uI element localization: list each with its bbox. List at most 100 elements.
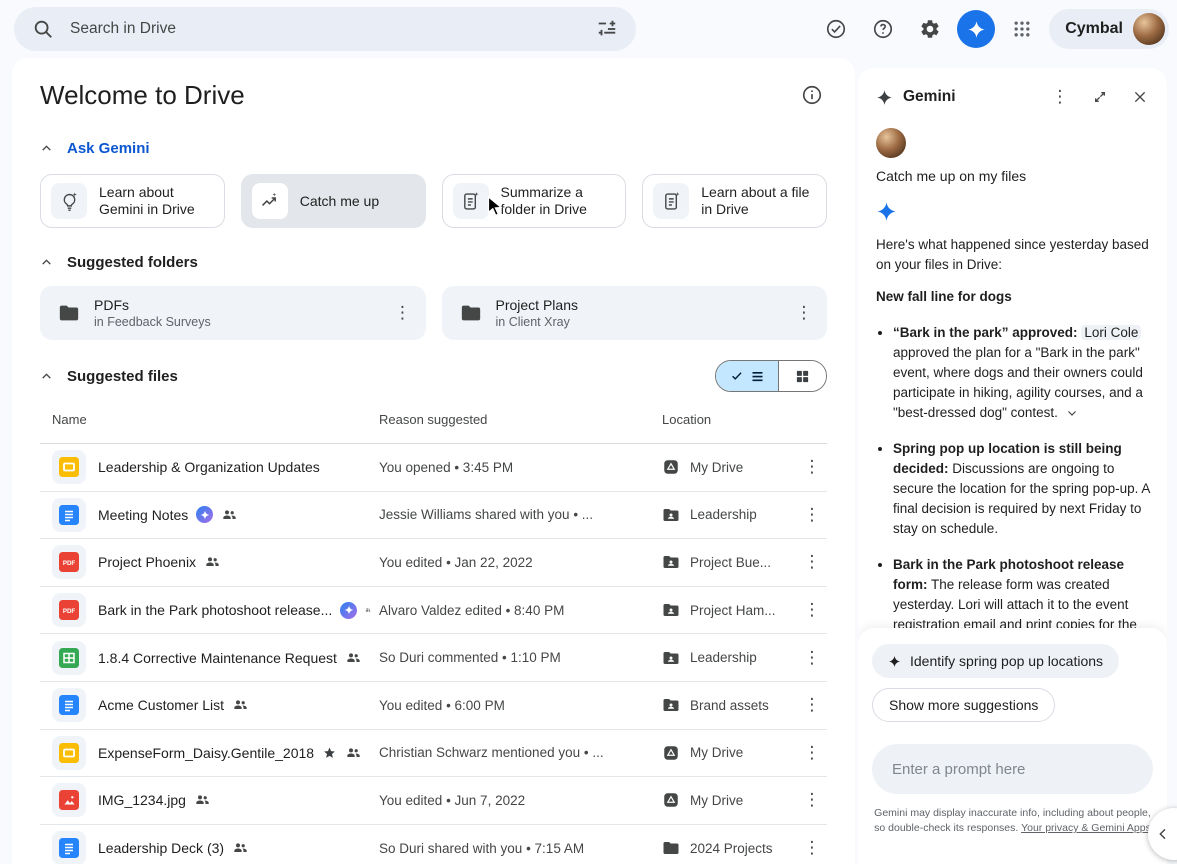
- ask-card-catch-me-up[interactable]: Catch me up: [241, 174, 426, 228]
- spark-icon: [888, 655, 901, 668]
- my-drive-icon: [662, 791, 680, 809]
- docs-file-icon: [52, 498, 86, 532]
- folder-card-pdfs[interactable]: PDFs in Feedback Surveys ⋮: [40, 286, 426, 340]
- file-name: ExpenseForm_Daisy.Gentile_2018: [98, 745, 314, 761]
- offline-status-icon[interactable]: [816, 9, 856, 49]
- docs-file-icon: [52, 688, 86, 722]
- file-location[interactable]: My Drive: [662, 791, 795, 809]
- docs-file-icon: [52, 831, 86, 864]
- shared-people-icon: [194, 792, 210, 808]
- file-name: 1.8.4 Corrective Maintenance Request: [98, 650, 337, 666]
- gemini-button[interactable]: [957, 10, 995, 48]
- table-row[interactable]: IMG_1234.jpg You edited • Jun 7, 2022 My…: [40, 777, 827, 825]
- suggested-folders-label: Suggested folders: [67, 254, 198, 271]
- close-panel-icon[interactable]: [1125, 82, 1155, 112]
- person-chip[interactable]: Lori Cole: [1081, 325, 1141, 340]
- column-header-name[interactable]: Name: [52, 412, 379, 427]
- search-options-icon[interactable]: [596, 18, 618, 40]
- svg-text:PDF: PDF: [63, 608, 76, 615]
- user-avatar[interactable]: [1133, 13, 1165, 45]
- file-name: Leadership & Organization Updates: [98, 459, 320, 475]
- more-options-icon[interactable]: ⋮: [787, 296, 821, 330]
- table-row[interactable]: Leadership Deck (3) So Duri shared with …: [40, 825, 827, 864]
- response-heading: New fall line for dogs: [876, 287, 1151, 307]
- more-options-icon[interactable]: ⋮: [795, 498, 829, 532]
- account-name: Cymbal: [1065, 20, 1123, 38]
- file-name: Leadership Deck (3): [98, 840, 224, 856]
- shared-folder-icon: [662, 601, 680, 619]
- lightbulb-spark-icon: [51, 183, 87, 219]
- file-location[interactable]: Project Bue...: [662, 553, 795, 571]
- gemini-prompt-input[interactable]: [872, 744, 1153, 794]
- chevron-up-icon: [40, 370, 53, 383]
- info-icon[interactable]: [797, 80, 827, 110]
- ask-card-summarize-folder[interactable]: Summarize a folder in Drive: [442, 174, 627, 228]
- file-location[interactable]: Brand assets: [662, 696, 795, 714]
- shared-folder-icon: [662, 506, 680, 524]
- file-name: Meeting Notes: [98, 507, 188, 523]
- more-options-icon[interactable]: ⋮: [795, 450, 829, 484]
- column-header-location[interactable]: Location: [662, 412, 795, 427]
- ask-card-learn-gemini[interactable]: Learn about Gemini in Drive: [40, 174, 225, 228]
- pdf-file-icon: PDF: [52, 545, 86, 579]
- table-row[interactable]: PDF Project Phoenix You edited • Jan 22,…: [40, 539, 827, 587]
- topbar-actions: Cymbal: [816, 8, 1169, 50]
- settings-gear-icon[interactable]: [910, 9, 950, 49]
- more-options-icon[interactable]: ⋮: [795, 831, 829, 864]
- file-location[interactable]: My Drive: [662, 744, 795, 762]
- file-name: Project Phoenix: [98, 554, 196, 570]
- table-row[interactable]: PDF Bark in the Park photoshoot release.…: [40, 587, 827, 635]
- file-reason: So Duri shared with you • 7:15 AM: [379, 841, 662, 856]
- column-header-reason[interactable]: Reason suggested: [379, 412, 662, 427]
- expand-panel-icon[interactable]: [1085, 82, 1115, 112]
- ask-card-learn-file[interactable]: Learn about a file in Drive: [642, 174, 827, 228]
- file-location[interactable]: Leadership: [662, 649, 795, 667]
- more-options-icon[interactable]: ⋮: [795, 783, 829, 817]
- file-location[interactable]: Project Ham...: [662, 601, 795, 619]
- folder-name: PDFs: [94, 297, 372, 313]
- more-options-icon[interactable]: ⋮: [386, 296, 420, 330]
- more-options-icon[interactable]: ⋮: [795, 545, 829, 579]
- suggestion-chip[interactable]: Identify spring pop up locations: [872, 644, 1119, 678]
- drive-search-bar[interactable]: [14, 7, 636, 51]
- file-location[interactable]: Leadership: [662, 506, 795, 524]
- show-more-suggestions-button[interactable]: Show more suggestions: [872, 688, 1055, 722]
- gemini-response: Here's what happened since yesterday bas…: [876, 235, 1151, 655]
- table-row[interactable]: ExpenseForm_Daisy.Gentile_2018 Christian…: [40, 730, 827, 778]
- apps-grid-icon[interactable]: [1002, 9, 1042, 49]
- suggested-folders-header[interactable]: Suggested folders: [40, 252, 827, 272]
- my-drive-icon: [662, 458, 680, 476]
- ask-gemini-section-header[interactable]: Ask Gemini: [40, 138, 827, 158]
- privacy-link[interactable]: Your privacy & Gemini Apps: [1021, 822, 1151, 834]
- table-row[interactable]: Meeting Notes Jessie Williams shared wit…: [40, 492, 827, 540]
- help-icon[interactable]: [863, 9, 903, 49]
- search-input[interactable]: [68, 19, 582, 39]
- table-row[interactable]: Leadership & Organization Updates You op…: [40, 444, 827, 492]
- more-options-icon[interactable]: ⋮: [795, 641, 829, 675]
- image-file-icon: [52, 783, 86, 817]
- table-row[interactable]: 1.8.4 Corrective Maintenance Request So …: [40, 634, 827, 682]
- shared-people-icon: [232, 840, 248, 856]
- chevron-up-icon: [40, 142, 53, 155]
- document-spark-icon: [653, 183, 689, 219]
- trending-spark-icon: [252, 183, 288, 219]
- ask-card-label: Learn about Gemini in Drive: [99, 184, 214, 218]
- file-name: Bark in the Park photoshoot release...: [98, 602, 332, 618]
- chevron-down-icon[interactable]: [1066, 407, 1078, 419]
- shared-folder-icon: [662, 696, 680, 714]
- more-options-icon[interactable]: ⋮: [795, 736, 829, 770]
- file-reason: So Duri commented • 1:10 PM: [379, 650, 662, 665]
- folder-card-project-plans[interactable]: Project Plans in Client Xray ⋮: [442, 286, 828, 340]
- document-spark-icon: [453, 183, 489, 219]
- more-options-icon[interactable]: ⋮: [795, 593, 829, 627]
- more-options-icon[interactable]: ⋮: [1045, 82, 1075, 112]
- table-row[interactable]: Acme Customer List You edited • 6:00 PM …: [40, 682, 827, 730]
- list-view-button[interactable]: [716, 361, 778, 391]
- file-location[interactable]: My Drive: [662, 458, 795, 476]
- account-pill[interactable]: Cymbal: [1049, 9, 1169, 49]
- more-options-icon[interactable]: ⋮: [795, 688, 829, 722]
- suggested-files-header[interactable]: Suggested files: [40, 366, 178, 386]
- grid-view-button[interactable]: [778, 361, 826, 391]
- file-location[interactable]: 2024 Projects: [662, 839, 795, 857]
- response-bullet: Spring pop up location is still being de…: [893, 439, 1151, 539]
